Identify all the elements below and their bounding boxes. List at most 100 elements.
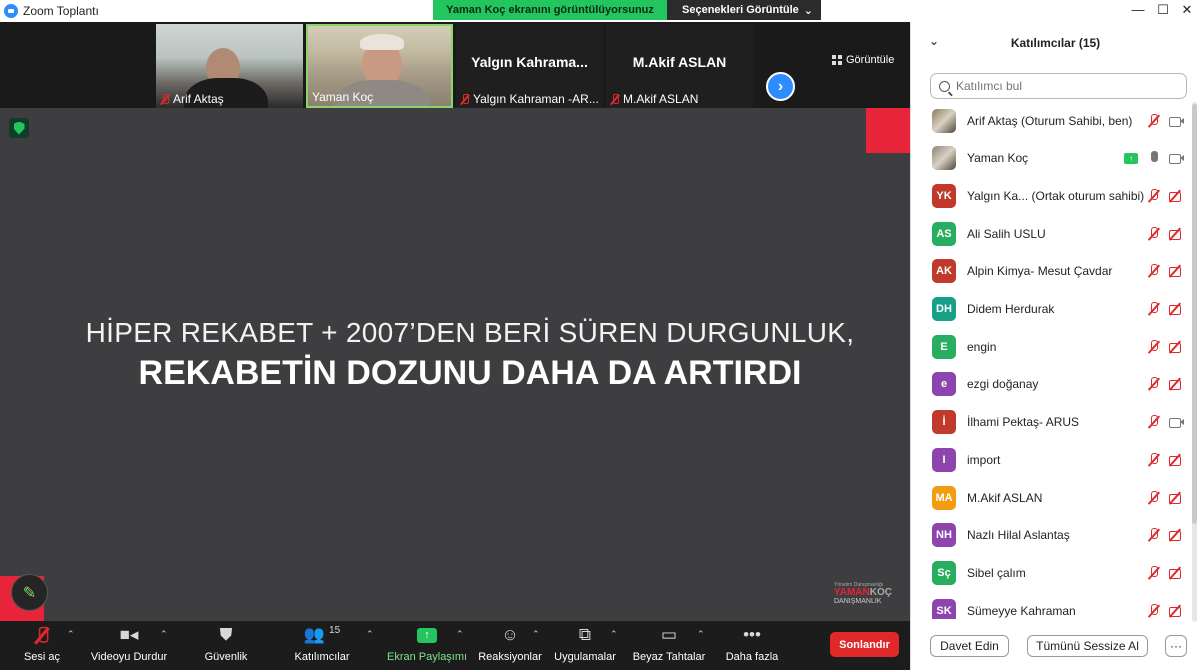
whiteboard-options-caret[interactable]: ⌃ bbox=[697, 629, 705, 640]
unmute-button[interactable]: Sesi aç bbox=[18, 621, 66, 670]
stop-video-button[interactable]: ■◂ Videoyu Durdur bbox=[88, 621, 170, 670]
camera-off-icon bbox=[1169, 264, 1185, 278]
avatar: AK bbox=[932, 259, 956, 284]
whiteboard-button[interactable]: ▭ Beyaz Tahtalar bbox=[632, 621, 706, 670]
participant-name: İlhami Pektaş- ARUS bbox=[967, 415, 1080, 430]
participant-row[interactable]: Eengin bbox=[911, 328, 1196, 365]
participant-name: Arif Aktaş (Oturum Sahibi, ben) bbox=[967, 113, 1133, 128]
video-tile-yalgin[interactable]: Yalgın Kahrama... Yalgın Kahraman -AR... bbox=[456, 24, 603, 108]
participant-row[interactable]: Sç Sibel çalım bbox=[911, 554, 1196, 591]
audio-options-caret[interactable]: ⌃ bbox=[67, 629, 75, 640]
avatar: Sç bbox=[932, 560, 956, 585]
view-options-button[interactable]: Seçenekleri Görüntüle ⌄ bbox=[667, 0, 821, 20]
search-input[interactable] bbox=[956, 79, 1156, 93]
mic-muted-icon[interactable] bbox=[1147, 188, 1161, 203]
participant-row[interactable]: e ezgi doğanay bbox=[911, 366, 1196, 403]
participant-list: Arif Aktaş (Oturum Sahibi, ben) Yaman Koç… bbox=[911, 102, 1200, 619]
participant-row[interactable]: AS Ali Salih USLU bbox=[911, 215, 1196, 252]
camera-off-icon bbox=[1169, 377, 1185, 391]
mic-muted-icon[interactable] bbox=[1147, 302, 1161, 316]
video-tile-arif[interactable]: Arif Aktaş bbox=[156, 24, 303, 108]
more-button[interactable]: ••• Daha fazla bbox=[724, 621, 780, 670]
participant-name: Nazlı Hilal Aslantaş bbox=[967, 528, 1070, 543]
sharing-banner: Yaman Koç ekranını görüntülüyorsunuz bbox=[433, 0, 667, 20]
mic-muted-icon[interactable] bbox=[1147, 339, 1161, 354]
tile-name: M.Akif ASLAN bbox=[623, 92, 699, 106]
collapse-panel-chevron-icon[interactable]: ⌄ bbox=[929, 34, 939, 48]
participants-button[interactable]: 👥 15 Katılımcılar bbox=[290, 621, 354, 670]
participant-row[interactable]: DH Didem Herdurak bbox=[911, 291, 1196, 328]
mic-muted-icon[interactable] bbox=[1147, 377, 1161, 391]
annotate-pencil-button[interactable]: ✎ bbox=[11, 574, 48, 611]
camera-off-icon bbox=[1169, 566, 1185, 580]
mic-muted-icon bbox=[160, 93, 170, 105]
minimize-button[interactable]: — bbox=[1128, 2, 1148, 17]
mic-on-icon[interactable] bbox=[1147, 151, 1161, 165]
mic-muted-icon bbox=[460, 93, 470, 105]
camera-off-icon bbox=[1169, 302, 1185, 316]
participant-row[interactable]: Iimport bbox=[911, 441, 1196, 478]
tile-name: Yaman Koç bbox=[312, 90, 374, 104]
pencil-icon: ✎ bbox=[22, 584, 37, 602]
panel-header: ⌄ Katılımcılar (15) bbox=[911, 22, 1200, 64]
list-scrollbar[interactable] bbox=[1192, 102, 1197, 622]
apps-options-caret[interactable]: ⌃ bbox=[610, 629, 618, 640]
participant-row[interactable]: NH Nazlı Hilal Aslantaş bbox=[911, 517, 1196, 554]
window-title: Zoom Toplantı bbox=[23, 4, 99, 18]
shared-screen: HİPER REKABET + 2007’DEN BERİ SÜREN DURG… bbox=[0, 108, 910, 621]
maximize-button[interactable]: ☐ bbox=[1153, 2, 1173, 18]
mic-muted-icon[interactable] bbox=[1147, 528, 1161, 542]
mic-muted-icon[interactable] bbox=[1147, 226, 1161, 241]
participant-row[interactable]: AK Alpin Kimya- Mesut Çavdar bbox=[911, 253, 1196, 290]
participant-row[interactable]: Yaman Koç ↑ bbox=[911, 140, 1196, 177]
view-button[interactable]: Görüntüle bbox=[832, 54, 894, 66]
next-page-button[interactable]: › bbox=[766, 72, 795, 101]
security-button[interactable]: ⛊ Güvenlik bbox=[198, 621, 254, 670]
mic-muted-icon[interactable] bbox=[1147, 264, 1161, 278]
video-tile-akif[interactable]: M.Akif ASLAN M.Akif ASLAN bbox=[606, 24, 753, 108]
participant-name: Yaman Koç bbox=[967, 151, 1029, 166]
participant-row[interactable]: SK Sümeyye Kahraman bbox=[911, 592, 1196, 619]
mic-muted-icon[interactable] bbox=[1147, 565, 1161, 580]
mic-muted-icon bbox=[610, 93, 620, 105]
end-meeting-button[interactable]: Sonlandır bbox=[830, 632, 899, 657]
mute-all-button[interactable]: Tümünü Sessize Al bbox=[1027, 635, 1148, 657]
mic-muted-icon[interactable] bbox=[1147, 113, 1161, 128]
participant-row[interactable]: MA M.Akif ASLAN bbox=[911, 479, 1196, 516]
participant-name: Ali Salih USLU bbox=[967, 226, 1046, 241]
more-dots-icon: ••• bbox=[743, 625, 761, 644]
avatar: İ bbox=[932, 410, 956, 435]
encryption-shield-icon[interactable] bbox=[9, 118, 29, 138]
apps-button[interactable]: ⧉ Uygulamalar bbox=[552, 621, 618, 670]
slide-decoration bbox=[866, 108, 910, 153]
close-window-button[interactable]: ✕ bbox=[1177, 2, 1197, 18]
camera-on-icon bbox=[1169, 114, 1185, 128]
camera-off-icon bbox=[1169, 604, 1185, 618]
video-options-caret[interactable]: ⌃ bbox=[160, 629, 168, 640]
mic-muted-icon[interactable] bbox=[1147, 415, 1161, 429]
panel-more-button[interactable]: ··· bbox=[1165, 635, 1187, 657]
participant-name: Didem Herdurak bbox=[967, 302, 1055, 316]
mic-muted-icon[interactable] bbox=[1147, 490, 1161, 505]
camera-off-icon bbox=[1169, 189, 1185, 203]
avatar: E bbox=[932, 334, 956, 359]
avatar bbox=[932, 146, 956, 171]
video-tile-yaman[interactable]: Yaman Koç bbox=[306, 24, 453, 108]
invite-button[interactable]: Davet Edin bbox=[930, 635, 1009, 657]
reactions-options-caret[interactable]: ⌃ bbox=[532, 629, 540, 640]
apps-icon: ⧉ bbox=[578, 625, 592, 644]
camera-off-icon bbox=[1169, 528, 1185, 542]
share-options-caret[interactable]: ⌃ bbox=[456, 629, 464, 640]
participants-options-caret[interactable]: ⌃ bbox=[366, 629, 374, 640]
participant-row[interactable]: YK Yalgın Ka... (Ortak oturum sahibi) bbox=[911, 177, 1196, 214]
participant-search[interactable] bbox=[930, 73, 1187, 99]
participant-row[interactable]: Arif Aktaş (Oturum Sahibi, ben) bbox=[911, 102, 1196, 139]
mic-muted-icon[interactable] bbox=[1147, 603, 1161, 618]
whiteboard-icon: ▭ bbox=[660, 625, 678, 644]
participant-name: Alpin Kimya- Mesut Çavdar bbox=[967, 264, 1113, 279]
slide-title-line1: HİPER REKABET + 2007’DEN BERİ SÜREN DURG… bbox=[85, 317, 855, 348]
mic-muted-icon[interactable] bbox=[1147, 452, 1161, 467]
participant-row[interactable]: İ İlhami Pektaş- ARUS bbox=[911, 404, 1196, 441]
participant-name: Sibel çalım bbox=[967, 565, 1026, 580]
share-screen-button[interactable]: ↑ Ekran Paylaşımı bbox=[387, 621, 467, 670]
